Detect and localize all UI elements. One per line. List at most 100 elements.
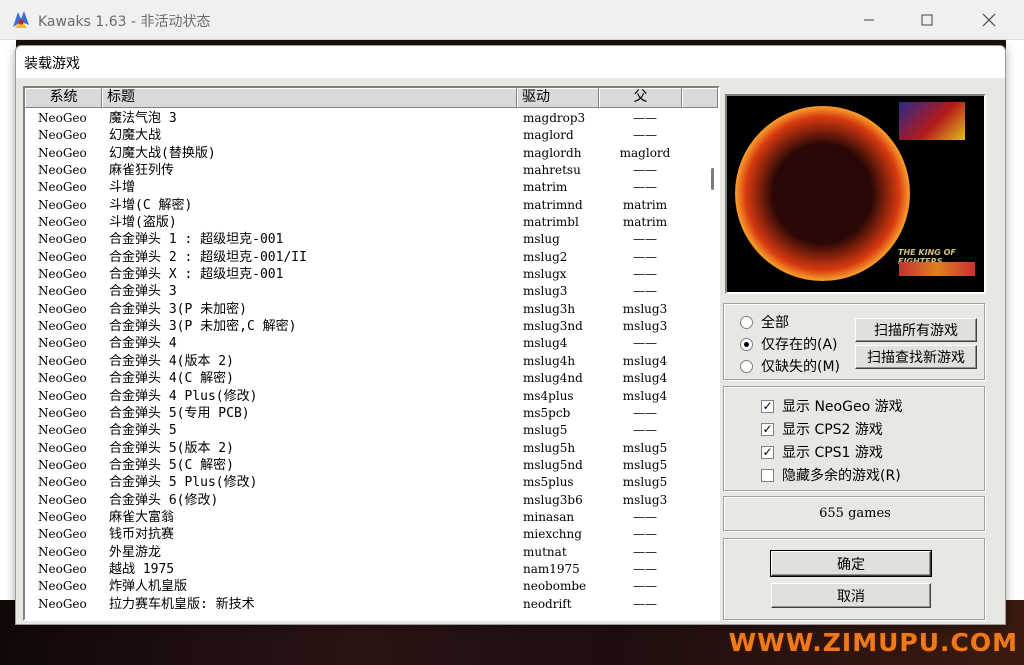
table-row[interactable]: NeoGeo 外星游龙 mutnat —— [25,544,705,561]
row-title: 合金弹头 4 [109,336,177,352]
row-title: 合金弹头 X : 超级坦克-001 [109,267,284,283]
table-row[interactable]: NeoGeo 炸弹人机皇版 neobombe —— [25,578,705,595]
row-driver: mslug4nd [523,371,583,386]
table-row[interactable]: NeoGeo 合金弹头 2 : 超级坦克-001/II mslug2 —— [25,249,705,266]
row-system: NeoGeo [38,197,87,212]
table-row[interactable]: NeoGeo 合金弹头 1 : 超级坦克-001 mslug —— [25,231,705,248]
table-row[interactable]: NeoGeo 斗增 matrim —— [25,179,705,196]
table-row[interactable]: NeoGeo 麻雀大富翁 minasan —— [25,509,705,526]
row-driver: mslug4 [523,336,568,351]
radio-existing[interactable]: 仅存在的(A) [740,334,838,354]
action-buttons-group: 确定 取消 [723,538,985,620]
radio-missing[interactable]: 仅缺失的(M) [740,356,840,376]
row-parent: mslug4 [622,353,668,368]
ok-button[interactable]: 确定 [770,550,932,577]
row-system: NeoGeo [38,128,87,143]
close-icon [982,13,996,27]
table-row[interactable]: NeoGeo 斗增(C 解密) matrimnd matrim [25,197,705,214]
table-row[interactable]: NeoGeo 合金弹头 5 Plus(修改) ms5plus mslug5 [25,474,705,491]
column-header-parent[interactable]: 父 [599,88,682,108]
list-scrollbar[interactable] [707,110,718,619]
table-row[interactable]: NeoGeo 合金弹头 5(C 解密) mslug5nd mslug5 [25,457,705,474]
radio-all[interactable]: 全部 [740,312,789,332]
radio-existing-dot [740,337,753,351]
window-title: Kawaks 1.63 - 非活动状态 [38,14,211,30]
row-driver: neobombe [523,579,587,594]
show-cps1-checkbox[interactable]: ✓ 显示 CPS1 游戏 [761,442,883,462]
desktop-right-edge [1006,40,1024,610]
game-list[interactable]: 系统 标题 驱动 父 NeoGeo 魔法气泡 3 magdrop3 —— NeoGeo 幻… [23,86,720,621]
cancel-button[interactable]: 取消 [771,583,931,608]
game-rows: NeoGeo 魔法气泡 3 magdrop3 —— NeoGeo 幻魔大战 maglord —… [25,110,705,613]
table-row[interactable]: NeoGeo 合金弹头 X : 超级坦克-001 mslugx —— [25,266,705,283]
list-scrollbar-thumb[interactable] [711,168,714,190]
row-title: 斗增(C 解密) [109,197,193,213]
table-row[interactable]: NeoGeo 幻魔大战 maglord —— [25,127,705,144]
minimize-button[interactable] [840,0,898,40]
row-parent: —— [633,232,657,247]
table-row[interactable]: NeoGeo 合金弹头 4(C 解密) mslug4nd mslug4 [25,370,705,387]
row-parent: —— [633,249,657,264]
row-parent: maglord [619,145,671,160]
column-header-title[interactable]: 标题 [102,88,517,108]
maximize-icon [921,14,933,26]
preview-game-logo [899,102,965,140]
table-row[interactable]: NeoGeo 合金弹头 6(修改) mslug3b6 mslug3 [25,492,705,509]
row-title: 合金弹头 3(P 未加密,C 解密) [109,319,297,335]
show-cps1-label: 显示 CPS1 游戏 [782,445,883,461]
table-row[interactable]: NeoGeo 魔法气泡 3 magdrop3 —— [25,110,705,127]
table-row[interactable]: NeoGeo 合金弹头 3(P 未加密) mslug3h mslug3 [25,301,705,318]
hide-redundant-checkbox[interactable]: 隐藏多余的游戏(R) [761,465,901,485]
maximize-button[interactable] [898,0,956,40]
row-parent: mslug4 [622,371,668,386]
row-system: NeoGeo [38,301,87,316]
table-row[interactable]: NeoGeo 拉力赛车机皇版: 新技术 neodrift —— [25,596,705,613]
row-driver: mslug5 [523,423,568,438]
row-system: NeoGeo [38,440,87,455]
show-neogeo-checkbox[interactable]: ✓ 显示 NeoGeo 游戏 [761,396,903,416]
row-driver: matrimnd [523,197,583,212]
row-title: 合金弹头 5 Plus(修改) [109,475,258,491]
row-title: 合金弹头 5 [109,423,177,439]
row-title: 斗增(盗版) [109,215,177,231]
column-header-system[interactable]: 系统 [25,88,102,108]
watermark: WWW.ZIMUPU.COM [728,628,1018,657]
close-button[interactable] [960,0,1018,40]
show-neogeo-label: 显示 NeoGeo 游戏 [782,399,903,415]
row-title: 合金弹头 3 [109,284,177,300]
show-cps1-box: ✓ [761,444,774,459]
table-row[interactable]: NeoGeo 麻雀狂列传 mahretsu —— [25,162,705,179]
row-driver: mutnat [523,544,567,559]
row-driver: mslug3h [523,301,576,316]
table-row[interactable]: NeoGeo 钱币对抗赛 miexchng —— [25,526,705,543]
scan-all-games-button[interactable]: 扫描所有游戏 [855,318,977,342]
radio-existing-label: 仅存在的(A) [761,337,838,353]
table-row[interactable]: NeoGeo 合金弹头 4(版本 2) mslug4h mslug4 [25,353,705,370]
row-driver: ms4plus [523,388,574,403]
table-row[interactable]: NeoGeo 合金弹头 3 mslug3 —— [25,283,705,300]
row-system: NeoGeo [38,336,87,351]
table-row[interactable]: NeoGeo 幻魔大战(替换版) maglordh maglord [25,145,705,162]
row-parent: —— [633,111,657,125]
scan-new-games-button[interactable]: 扫描查找新游戏 [855,345,977,369]
row-driver: mslug2 [523,249,568,264]
table-row[interactable]: NeoGeo 合金弹头 4 Plus(修改) ms4plus mslug4 [25,388,705,405]
row-parent: mslug5 [622,440,668,455]
column-header-driver[interactable]: 驱动 [517,88,599,108]
row-title: 越战 1975 [109,561,175,577]
row-driver: mslug5h [523,440,576,455]
table-row[interactable]: NeoGeo 合金弹头 5(版本 2) mslug5h mslug5 [25,440,705,457]
row-title: 合金弹头 5(版本 2) [109,440,234,456]
row-system: NeoGeo [38,475,87,490]
table-row[interactable]: NeoGeo 合金弹头 5(专用 PCB) ms5pcb —— [25,405,705,422]
table-row[interactable]: NeoGeo 合金弹头 4 mslug4 —— [25,335,705,352]
table-row[interactable]: NeoGeo 合金弹头 5 mslug5 —— [25,422,705,439]
row-driver: mslugx [523,267,567,282]
row-parent: —— [633,405,657,420]
row-title: 合金弹头 1 : 超级坦克-001 [109,232,284,248]
table-row[interactable]: NeoGeo 合金弹头 3(P 未加密,C 解密) mslug3nd mslug3 [25,318,705,335]
table-row[interactable]: NeoGeo 越战 1975 nam1975 —— [25,561,705,578]
table-row[interactable]: NeoGeo 斗增(盗版) matrimbl matrim [25,214,705,231]
show-cps2-label: 显示 CPS2 游戏 [782,422,883,438]
show-cps2-checkbox[interactable]: ✓ 显示 CPS2 游戏 [761,419,883,439]
